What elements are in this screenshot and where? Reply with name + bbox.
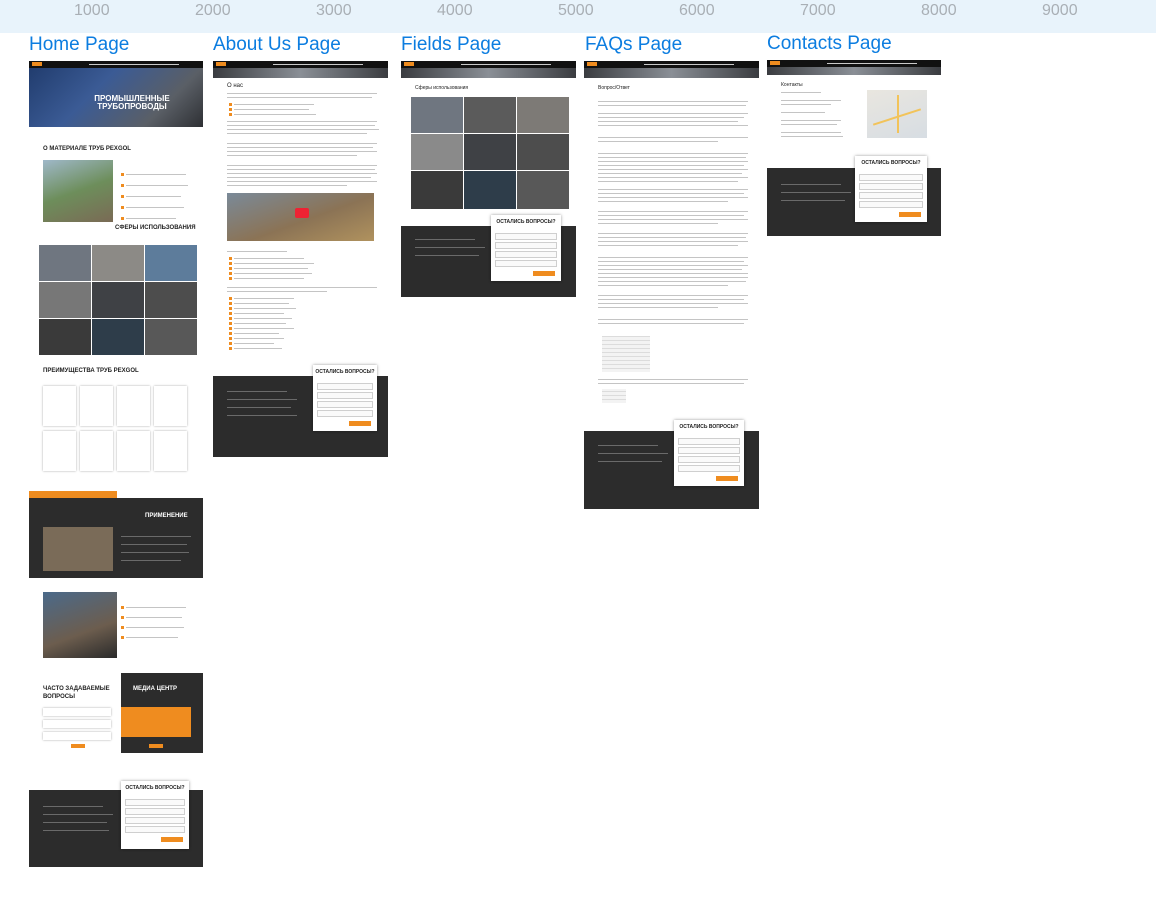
fields-form-title: ОСТАЛИСЬ ВОПРОСЫ? <box>496 219 556 225</box>
ruler-tick: 6000 <box>679 2 715 19</box>
home-form-title: ОСТАЛИСЬ ВОПРОСЫ? <box>125 785 185 791</box>
fields-heading: Сферы использования <box>415 85 469 91</box>
ruler-tick: 2000 <box>195 2 231 19</box>
faqs-form-title: ОСТАЛИСЬ ВОПРОСЫ? <box>679 424 739 430</box>
home-section-media: МЕДИА ЦЕНТР <box>133 686 177 692</box>
home-hero: ПРОМЫШЛЕННЫЕ ТРУБОПРОВОДЫ <box>29 61 203 127</box>
home-section-faq: ЧАСТО ЗАДАВАЕМЫЕ ВОПРОСЫ <box>43 686 110 700</box>
home-section-about-pipes: О МАТЕРИАЛЕ ТРУБ PEXGOL <box>43 146 131 152</box>
ruler-tick: 5000 <box>558 2 594 19</box>
home-section-advantages: ПРЕИМУЩЕСТВА ТРУБ PEXGOL <box>43 368 139 374</box>
canvas-ruler: 1000 2000 3000 4000 5000 6000 7000 8000 … <box>0 0 1156 33</box>
faqs-page-frame[interactable]: Вопрос/Ответ ОСТАЛИСЬ ВОПРОСЫ? <box>584 61 759 509</box>
frame-title-about[interactable]: About Us Page <box>213 34 341 56</box>
contacts-page-frame[interactable]: Контакты ОСТАЛИСЬ ВОПРОСЫ? <box>767 60 941 236</box>
faqs-table <box>602 336 650 372</box>
frame-title-faqs[interactable]: FAQs Page <box>585 34 682 56</box>
ruler-tick: 3000 <box>316 2 352 19</box>
about-heading: О нас <box>227 83 243 89</box>
fields-contact-form[interactable]: ОСТАЛИСЬ ВОПРОСЫ? <box>491 215 561 281</box>
home-contact-form[interactable]: ОСТАЛИСЬ ВОПРОСЫ? <box>121 781 189 849</box>
frame-title-fields[interactable]: Fields Page <box>401 34 501 56</box>
home-nav <box>29 61 203 68</box>
about-contact-form[interactable]: ОСТАЛИСЬ ВОПРОСЫ? <box>313 365 377 431</box>
contacts-map[interactable] <box>867 90 927 138</box>
contacts-heading: Контакты <box>781 82 803 88</box>
home-section-fields: СФЕРЫ ИСПОЛЬЗОВАНИЯ <box>115 225 196 231</box>
ruler-tick: 8000 <box>921 2 957 19</box>
faqs-contact-form[interactable]: ОСТАЛИСЬ ВОПРОСЫ? <box>674 420 744 486</box>
contacts-contact-form[interactable]: ОСТАЛИСЬ ВОПРОСЫ? <box>855 156 927 222</box>
ruler-tick: 1000 <box>74 2 110 19</box>
ruler-tick: 9000 <box>1042 2 1078 19</box>
home-page-frame[interactable]: ПРОМЫШЛЕННЫЕ ТРУБОПРОВОДЫ О МАТЕРИАЛЕ ТР… <box>29 61 203 867</box>
contacts-form-title: ОСТАЛИСЬ ВОПРОСЫ? <box>861 160 921 166</box>
ruler-tick: 4000 <box>437 2 473 19</box>
fields-page-frame[interactable]: Сферы использования ОСТАЛИСЬ ВОПРОСЫ? <box>401 61 576 297</box>
faqs-heading: Вопрос/Ответ <box>598 85 630 91</box>
home-about-photo <box>43 160 113 222</box>
about-form-title: ОСТАЛИСЬ ВОПРОСЫ? <box>315 369 375 375</box>
frame-title-contacts[interactable]: Contacts Page <box>767 33 892 55</box>
about-page-frame[interactable]: О нас ОСТАЛИСЬ ВОПРОСЫ? <box>213 61 388 457</box>
home-section-application: ПРИМЕНЕНИЕ <box>145 513 188 519</box>
frame-title-home[interactable]: Home Page <box>29 34 129 56</box>
home-hero-title: ПРОМЫШЛЕННЫЕ ТРУБОПРОВОДЫ <box>94 94 170 111</box>
ruler-tick: 7000 <box>800 2 836 19</box>
